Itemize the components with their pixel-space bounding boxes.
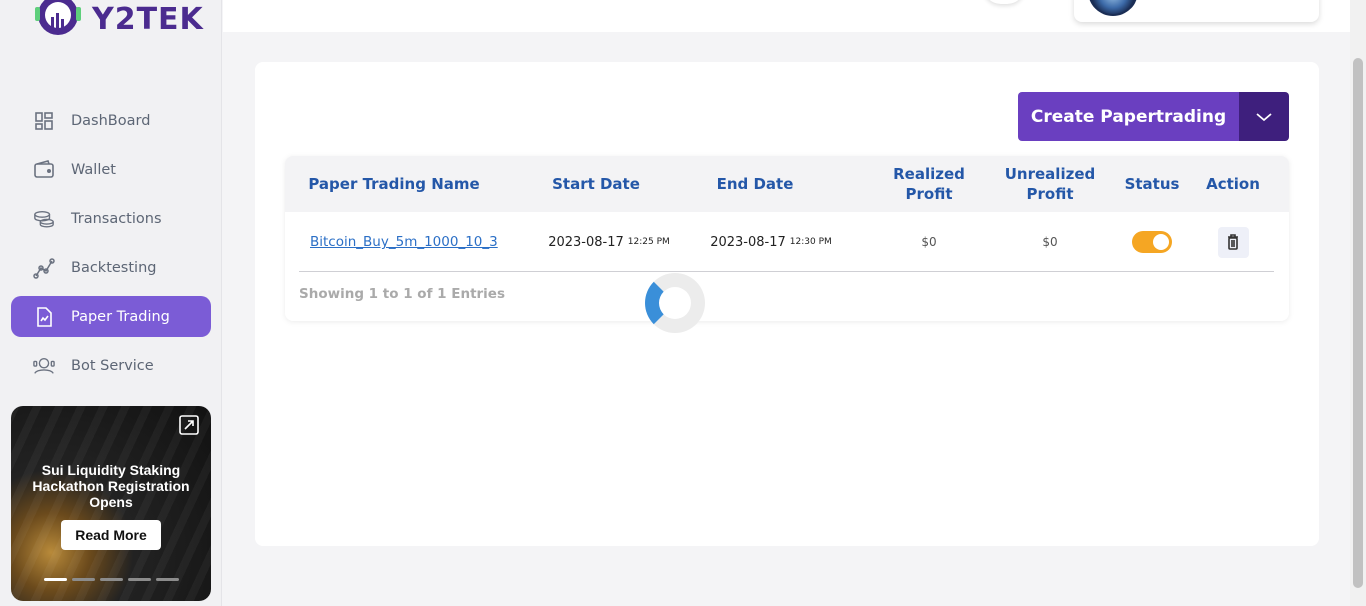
expand-icon[interactable] [178, 414, 200, 436]
start-date: 2023-08-17 [548, 234, 624, 250]
carousel-dot[interactable] [72, 578, 95, 581]
table-row: Bitcoin_Buy_5m_1000_10_3 2023-08-17 12:2… [285, 212, 1289, 272]
end-date: 2023-08-17 [710, 234, 786, 250]
carousel-dot[interactable] [156, 578, 179, 581]
carousel-dot[interactable] [128, 578, 151, 581]
table-header: Paper Trading Name Start Date End Date R… [285, 156, 1289, 212]
bot-service-icon [33, 355, 55, 377]
end-date-cell: 2023-08-17 12:30 PM [687, 212, 855, 272]
promo-banner[interactable]: Sui Liquidity Staking Hackathon Registra… [11, 406, 211, 601]
sidebar-item-paper-trading[interactable]: Paper Trading [11, 296, 211, 337]
promo-title: Sui Liquidity Staking Hackathon Registra… [32, 462, 190, 510]
sidebar-item-transactions[interactable]: Transactions [11, 198, 211, 239]
paper-trading-name-link[interactable]: Bitcoin_Buy_5m_1000_10_3 [299, 212, 539, 272]
column-header-unrealized-profit[interactable]: Unrealized Profit [997, 156, 1103, 212]
coins-icon [33, 208, 55, 230]
delete-button[interactable] [1217, 226, 1249, 258]
sidebar-item-label: Wallet [71, 161, 116, 178]
sidebar-item-wallet[interactable]: Wallet [11, 149, 211, 190]
sidebar-item-label: DashBoard [71, 112, 151, 129]
status-toggle[interactable] [1132, 231, 1172, 253]
sidebar: Y2TEK DashBoard Wallet Transactions Back… [0, 0, 222, 606]
sidebar-item-label: Transactions [71, 210, 162, 227]
create-papertrading-label[interactable]: Create Papertrading [1018, 92, 1239, 141]
action-cell [1197, 212, 1269, 272]
start-time: 12:25 PM [627, 237, 670, 247]
read-more-button[interactable]: Read More [61, 520, 161, 550]
column-header-realized-profit[interactable]: Realized Profit [877, 156, 981, 212]
avatar[interactable] [1088, 0, 1138, 16]
trash-icon [1228, 234, 1238, 250]
wallet-icon [33, 159, 55, 181]
logo-text: Y2TEK [92, 1, 204, 37]
notification-icon[interactable] [983, 0, 1025, 4]
chevron-down-icon[interactable] [1239, 92, 1289, 141]
paper-trading-table: Paper Trading Name Start Date End Date R… [285, 156, 1289, 321]
scrollbar-thumb[interactable] [1353, 58, 1363, 588]
status-cell [1117, 212, 1187, 272]
table-divider [299, 271, 1274, 272]
sidebar-item-bot-service[interactable]: Bot Service [11, 345, 211, 386]
create-papertrading-button[interactable]: Create Papertrading [1018, 92, 1289, 141]
sidebar-item-backtesting[interactable]: Backtesting [11, 247, 211, 288]
top-header [223, 0, 1350, 32]
carousel-dot[interactable] [100, 578, 123, 581]
realized-profit-cell: $0 [921, 235, 937, 249]
chart-line-icon [33, 257, 55, 279]
dashboard-icon [33, 110, 55, 132]
start-date-cell: 2023-08-17 12:25 PM [525, 212, 693, 272]
carousel-dots [44, 578, 179, 581]
sidebar-item-dashboard[interactable]: DashBoard [11, 100, 211, 141]
logo-mark-icon [30, 0, 86, 43]
column-header-name[interactable]: Paper Trading Name [285, 156, 503, 212]
logo[interactable]: Y2TEK [30, 0, 204, 44]
carousel-dot[interactable] [44, 578, 67, 581]
column-header-action[interactable]: Action [1197, 156, 1269, 212]
column-header-start-date[interactable]: Start Date [521, 156, 671, 212]
profile-card[interactable] [1074, 0, 1319, 22]
paper-trading-card: Create Papertrading Paper Trading Name S… [255, 62, 1319, 546]
column-header-status[interactable]: Status [1117, 156, 1187, 212]
sidebar-item-label: Backtesting [71, 259, 157, 276]
loading-spinner [645, 273, 705, 333]
unrealized-profit-cell: $0 [1042, 235, 1058, 249]
pagination-info: Showing 1 to 1 of 1 Entries [299, 286, 506, 302]
sidebar-item-label: Paper Trading [71, 308, 170, 325]
document-chart-icon [33, 306, 55, 328]
column-header-end-date[interactable]: End Date [681, 156, 829, 212]
end-time: 12:30 PM [789, 237, 832, 247]
page-scrollbar[interactable] [1350, 0, 1366, 606]
sidebar-item-label: Bot Service [71, 357, 154, 374]
sidebar-nav: DashBoard Wallet Transactions Backtestin… [11, 100, 211, 394]
